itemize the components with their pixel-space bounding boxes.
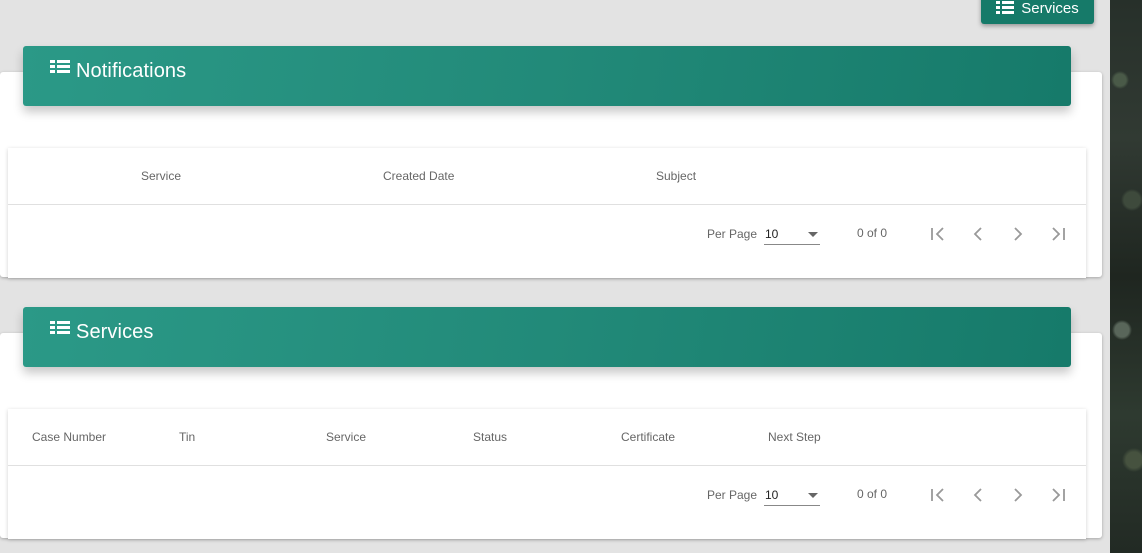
per-page-select[interactable]: 10: [764, 486, 820, 506]
page-range: 0 of 0: [857, 226, 888, 240]
services-title: Services: [76, 321, 154, 343]
services-nav-button-label: Services: [1021, 0, 1079, 17]
per-page-label: Per Page: [707, 488, 758, 502]
per-page-select[interactable]: 10: [764, 225, 820, 245]
previous-page-button[interactable]: [963, 219, 993, 249]
next-page-button[interactable]: [1003, 480, 1033, 510]
last-page-icon: [1052, 488, 1065, 502]
column-header-service[interactable]: Service: [141, 169, 181, 183]
last-page-button[interactable]: [1043, 480, 1073, 510]
notifications-table: Service Created Date Subject Per Page 10…: [8, 148, 1086, 278]
services-nav-button[interactable]: Services: [981, 0, 1094, 24]
column-header-service[interactable]: Service: [326, 430, 366, 444]
services-table-header: Case Number Tin Service Status Certifica…: [8, 409, 1086, 466]
last-page-icon: [1052, 227, 1065, 241]
next-page-button[interactable]: [1003, 219, 1033, 249]
notifications-pagination: Per Page 10 0 of 0: [8, 205, 1086, 277]
list-icon: [50, 321, 70, 336]
notifications-title: Notifications: [76, 60, 187, 82]
first-page-button[interactable]: [923, 480, 953, 510]
chevron-right-icon: [1014, 488, 1023, 502]
page-range: 0 of 0: [857, 487, 888, 501]
chevron-left-icon: [973, 227, 982, 241]
list-icon: [996, 1, 1015, 15]
per-page-label: Per Page: [707, 227, 758, 241]
list-icon: [50, 60, 70, 75]
column-header-created-date[interactable]: Created Date: [383, 169, 454, 183]
column-header-next-step[interactable]: Next Step: [768, 430, 821, 444]
chevron-right-icon: [1014, 227, 1023, 241]
last-page-button[interactable]: [1043, 219, 1073, 249]
chevron-left-icon: [973, 488, 982, 502]
caret-down-icon: [808, 493, 818, 498]
column-header-subject[interactable]: Subject: [656, 169, 696, 183]
background-photo-edge: [1110, 0, 1142, 553]
notifications-table-header: Service Created Date Subject: [8, 148, 1086, 205]
caret-down-icon: [808, 232, 818, 237]
column-header-certificate[interactable]: Certificate: [621, 430, 675, 444]
column-header-case-number[interactable]: Case Number: [32, 430, 106, 444]
column-header-status[interactable]: Status: [473, 430, 507, 444]
services-pagination: Per Page 10 0 of 0: [8, 466, 1086, 538]
previous-page-button[interactable]: [963, 480, 993, 510]
first-page-button[interactable]: [923, 219, 953, 249]
per-page-value: 10: [765, 488, 779, 502]
services-header: Services: [23, 307, 1071, 367]
services-table: Case Number Tin Service Status Certifica…: [8, 409, 1086, 539]
notifications-header: Notifications: [23, 46, 1071, 106]
first-page-icon: [931, 488, 944, 502]
per-page-value: 10: [765, 227, 779, 241]
first-page-icon: [931, 227, 944, 241]
column-header-tin[interactable]: Tin: [179, 430, 195, 444]
